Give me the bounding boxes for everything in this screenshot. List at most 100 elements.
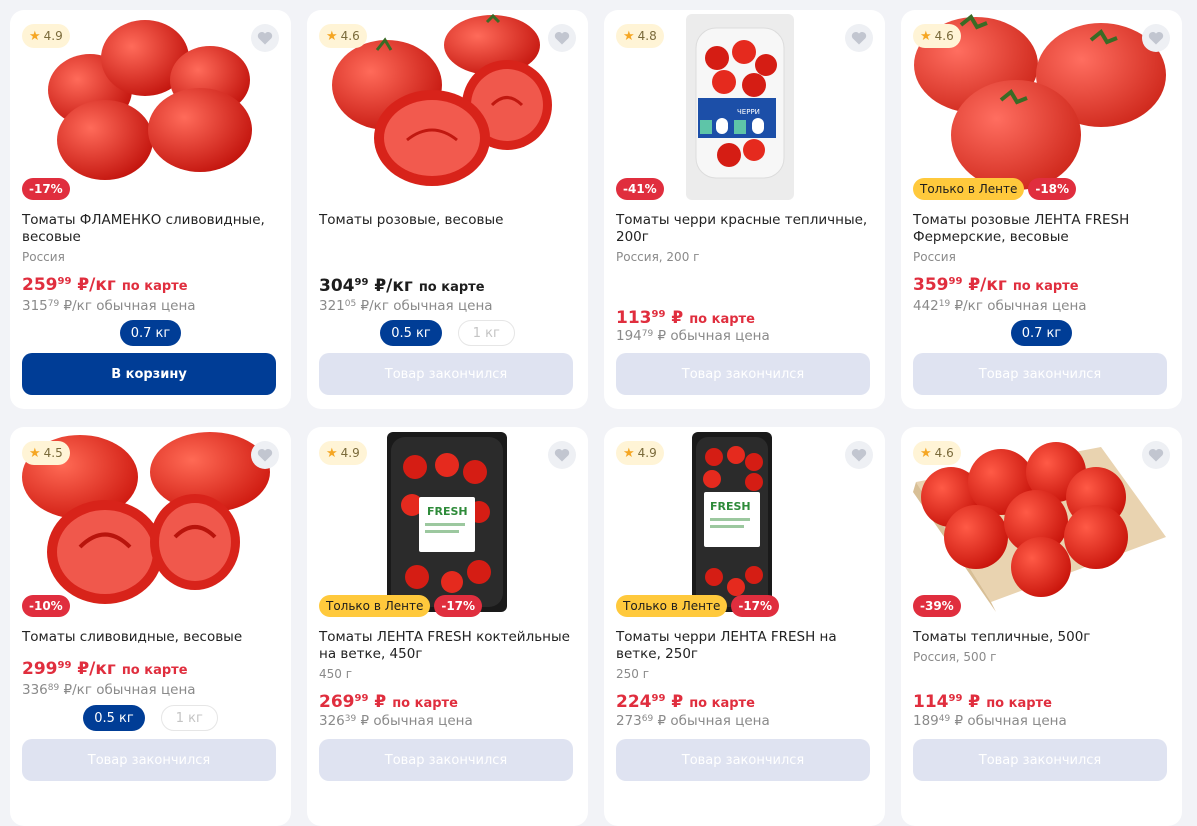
discount-badge: -17% — [731, 595, 780, 617]
price-unit: ₽ — [671, 308, 684, 328]
price-int: 114 — [913, 692, 949, 712]
product-title[interactable]: Томаты тепличные, 500г — [913, 629, 1171, 646]
weight-option-selected[interactable]: 0.5 кг — [83, 705, 145, 731]
product-title[interactable]: Томаты ФЛАМЕНКО сливовидные, весовые — [22, 212, 280, 246]
price-unit: ₽ — [954, 713, 964, 729]
exclusive-badge: Только в Ленте — [616, 595, 728, 617]
price-int: 113 — [616, 308, 652, 328]
out-of-stock-button[interactable]: Товар закончился — [319, 739, 573, 781]
star-icon: ★ — [623, 445, 635, 461]
regular-price: 44219 ₽/кг обычная цена — [913, 298, 1087, 314]
rating-badge: ★ 4.9 — [22, 24, 70, 48]
exclusive-badge: Только в Ленте — [319, 595, 431, 617]
regular-price-label: обычная цена — [373, 713, 473, 729]
price-dec: 19 — [938, 299, 951, 309]
heart-icon[interactable] — [251, 441, 279, 469]
rating-value: 4.8 — [637, 29, 657, 43]
product-card[interactable]: FRESH ★ 4.9 Только в Ленте -17% Томаты че… — [604, 427, 885, 826]
star-icon: ★ — [920, 28, 932, 44]
product-title[interactable]: Томаты черри ЛЕНТА FRESH на ветке, 250г — [616, 629, 874, 663]
rating-value: 4.9 — [43, 29, 63, 43]
product-card[interactable]: FRESH ★ 4.9 Только в Ленте -17% Томаты ЛЕ… — [307, 427, 588, 826]
product-title[interactable]: Томаты сливовидные, весовые — [22, 629, 280, 646]
price-unit: ₽ — [657, 328, 667, 344]
weight-option[interactable]: 1 кг — [457, 320, 515, 346]
out-of-stock-button[interactable]: Товар закончился — [319, 353, 573, 395]
card-price: 26999 ₽ по карте — [319, 692, 458, 712]
product-title[interactable]: Томаты черри красные тепличные, 200г — [616, 212, 874, 246]
card-price-label: по карте — [1012, 279, 1079, 294]
price-unit: ₽/кг — [374, 276, 413, 296]
out-of-stock-button[interactable]: Товар закончился — [913, 739, 1167, 781]
weight-option[interactable]: 1 кг — [160, 705, 218, 731]
product-title[interactable]: Томаты розовые, весовые — [319, 212, 577, 229]
price-dec: 99 — [948, 693, 963, 704]
price-unit: ₽ — [360, 713, 370, 729]
card-price-label: по карте — [689, 312, 755, 327]
price-int: 326 — [319, 713, 345, 729]
weight-selector: 0.5 кг 1 кг — [10, 705, 291, 731]
rating-value: 4.6 — [934, 446, 954, 460]
heart-icon[interactable] — [548, 441, 576, 469]
price-int: 259 — [22, 275, 58, 295]
price-int: 224 — [616, 692, 652, 712]
discount-badge: -41% — [616, 178, 664, 200]
product-title[interactable]: Томаты розовые ЛЕНТА FRESH Фермерские, в… — [913, 212, 1171, 246]
price-unit: ₽/кг — [954, 298, 983, 314]
product-subtitle: 250 г — [616, 667, 650, 681]
product-card[interactable]: ЧЕРРИ ★ 4.8 -41% Томаты черри красные теп… — [604, 10, 885, 409]
heart-icon[interactable] — [845, 24, 873, 52]
regular-price: 32639 ₽ обычная цена — [319, 713, 473, 729]
price-dec: 79 — [641, 329, 654, 339]
rating-value: 4.9 — [340, 446, 360, 460]
out-of-stock-button[interactable]: Товар закончился — [616, 353, 870, 395]
heart-icon[interactable] — [1142, 24, 1170, 52]
price-int: 321 — [319, 298, 345, 314]
regular-price-label: обычная цена — [967, 713, 1067, 729]
card-price-label: по карте — [121, 663, 188, 678]
price-unit: ₽/кг — [360, 298, 389, 314]
regular-price-label: обычная цена — [987, 298, 1087, 314]
rating-value: 4.9 — [637, 446, 657, 460]
price-dec: 99 — [651, 309, 666, 320]
weight-option-selected[interactable]: 0.7 кг — [1010, 320, 1073, 346]
exclusive-badge: Только в Ленте — [913, 178, 1025, 200]
price-unit: ₽/кг — [77, 659, 116, 679]
rating-badge: ★ 4.6 — [319, 24, 367, 48]
regular-price-label: обычная цена — [670, 328, 770, 344]
regular-price-label: обычная цена — [96, 298, 196, 314]
regular-price: 19479 ₽ обычная цена — [616, 328, 770, 344]
product-card[interactable]: ★ 4.5 -10% Томаты сливовидные, весовые 29… — [10, 427, 291, 826]
rating-value: 4.6 — [934, 29, 954, 43]
price-unit: ₽/кг — [968, 275, 1007, 295]
product-card[interactable]: ★ 4.6 Только в Ленте -18% Томаты розовые … — [901, 10, 1182, 409]
price-unit: ₽/кг — [63, 682, 92, 698]
out-of-stock-button[interactable]: Товар закончился — [616, 739, 870, 781]
heart-icon[interactable] — [845, 441, 873, 469]
price-int: 442 — [913, 298, 939, 314]
weight-selector: 0.7 кг — [901, 320, 1182, 346]
heart-icon[interactable] — [548, 24, 576, 52]
weight-option-selected[interactable]: 0.7 кг — [119, 320, 182, 346]
heart-icon[interactable] — [1142, 441, 1170, 469]
product-card[interactable]: ★ 4.6 -39% Томаты тепличные, 500г Россия,… — [901, 427, 1182, 826]
product-title[interactable]: Томаты ЛЕНТА FRESH коктейльные на ветке,… — [319, 629, 577, 663]
package-label: FRESH — [427, 505, 468, 518]
discount-badge: -17% — [22, 178, 70, 200]
card-price: 22499 ₽ по карте — [616, 692, 755, 712]
product-subtitle: Россия, 200 г — [616, 250, 700, 264]
product-subtitle: Россия — [22, 250, 65, 264]
product-card[interactable]: ★ 4.6 Томаты розовые, весовые 30499 ₽/кг … — [307, 10, 588, 409]
heart-icon[interactable] — [251, 24, 279, 52]
price-dec: 49 — [938, 714, 951, 724]
add-to-cart-button[interactable]: В корзину — [22, 353, 276, 395]
price-int: 315 — [22, 298, 48, 314]
card-price: 35999 ₽/кг по карте — [913, 275, 1079, 295]
weight-option-selected[interactable]: 0.5 кг — [380, 320, 442, 346]
out-of-stock-button[interactable]: Товар закончился — [22, 739, 276, 781]
weight-selector: 0.5 кг 1 кг — [307, 320, 588, 346]
product-card[interactable]: ★ 4.9 -17% Томаты ФЛАМЕНКО сливовидные, в… — [10, 10, 291, 409]
price-dec: 99 — [57, 276, 72, 287]
price-int: 269 — [319, 692, 355, 712]
out-of-stock-button[interactable]: Товар закончился — [913, 353, 1167, 395]
